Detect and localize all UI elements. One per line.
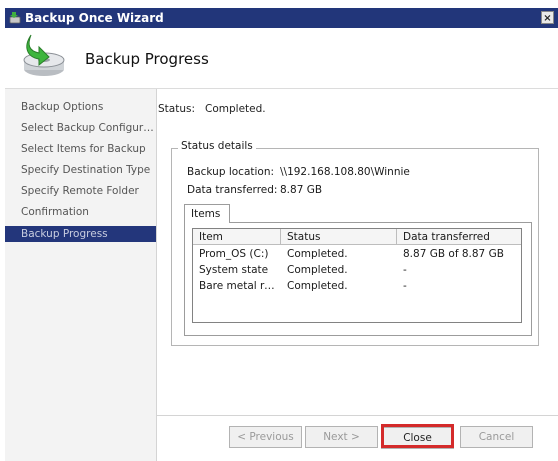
- sidebar-item-select-items[interactable]: Select Items for Backup: [5, 141, 156, 157]
- backup-drive-icon: [23, 34, 65, 76]
- table-cell-status: Completed.: [287, 248, 348, 260]
- backup-app-icon: [9, 12, 21, 24]
- sidebar-item-backup-options[interactable]: Backup Options: [5, 99, 156, 115]
- table-cell-status: Completed.: [287, 264, 348, 276]
- data-transferred-value: 8.87 GB: [280, 184, 323, 196]
- table-cell-status: Completed.: [287, 280, 348, 292]
- status-details-legend: Status details: [178, 140, 256, 152]
- data-transferred-label: Data transferred:: [187, 184, 278, 196]
- sidebar-item-remote-folder[interactable]: Specify Remote Folder: [5, 183, 156, 199]
- wizard-sidebar: Backup Options Select Backup Configur… S…: [5, 89, 157, 461]
- status-label: Status:: [158, 103, 195, 115]
- sidebar-item-confirmation[interactable]: Confirmation: [5, 204, 156, 220]
- tab-items[interactable]: Items: [184, 204, 230, 223]
- footer-divider: [157, 415, 558, 416]
- sidebar-item-backup-progress[interactable]: Backup Progress: [5, 226, 156, 242]
- table-cell-data-transferred: -: [403, 264, 407, 276]
- status-value: Completed.: [205, 103, 266, 115]
- table-cell-data-transferred: 8.87 GB of 8.87 GB: [403, 248, 504, 260]
- column-header-status[interactable]: Status: [281, 229, 397, 245]
- close-button-highlight: [381, 424, 454, 448]
- next-button[interactable]: Next >: [305, 426, 378, 448]
- sidebar-item-select-backup-configuration[interactable]: Select Backup Configur…: [5, 120, 156, 136]
- column-header-item[interactable]: Item: [193, 229, 281, 245]
- previous-button[interactable]: < Previous: [229, 426, 302, 448]
- window-title: Backup Once Wizard: [25, 11, 164, 25]
- backup-location-value: \\192.168.108.80\Winnie: [280, 166, 410, 178]
- table-cell-data-transferred: -: [403, 280, 407, 292]
- status-row: Status: Completed.: [158, 103, 276, 115]
- close-window-button[interactable]: ×: [541, 11, 554, 24]
- items-list[interactable]: Item Status Data transferred Prom_OS (C:…: [192, 228, 522, 323]
- page-title: Backup Progress: [85, 50, 209, 68]
- column-header-data-transferred[interactable]: Data transferred: [397, 229, 521, 245]
- sidebar-item-destination-type[interactable]: Specify Destination Type: [5, 162, 156, 178]
- table-cell-item: Bare metal rec…: [199, 280, 281, 292]
- wizard-header: Backup Progress: [5, 28, 558, 89]
- backup-location-label: Backup location:: [187, 166, 275, 178]
- title-bar[interactable]: Backup Once Wizard ×: [5, 8, 558, 28]
- table-cell-item: Prom_OS (C:): [199, 248, 269, 260]
- table-cell-item: System state: [199, 264, 269, 276]
- cancel-button[interactable]: Cancel: [460, 426, 533, 448]
